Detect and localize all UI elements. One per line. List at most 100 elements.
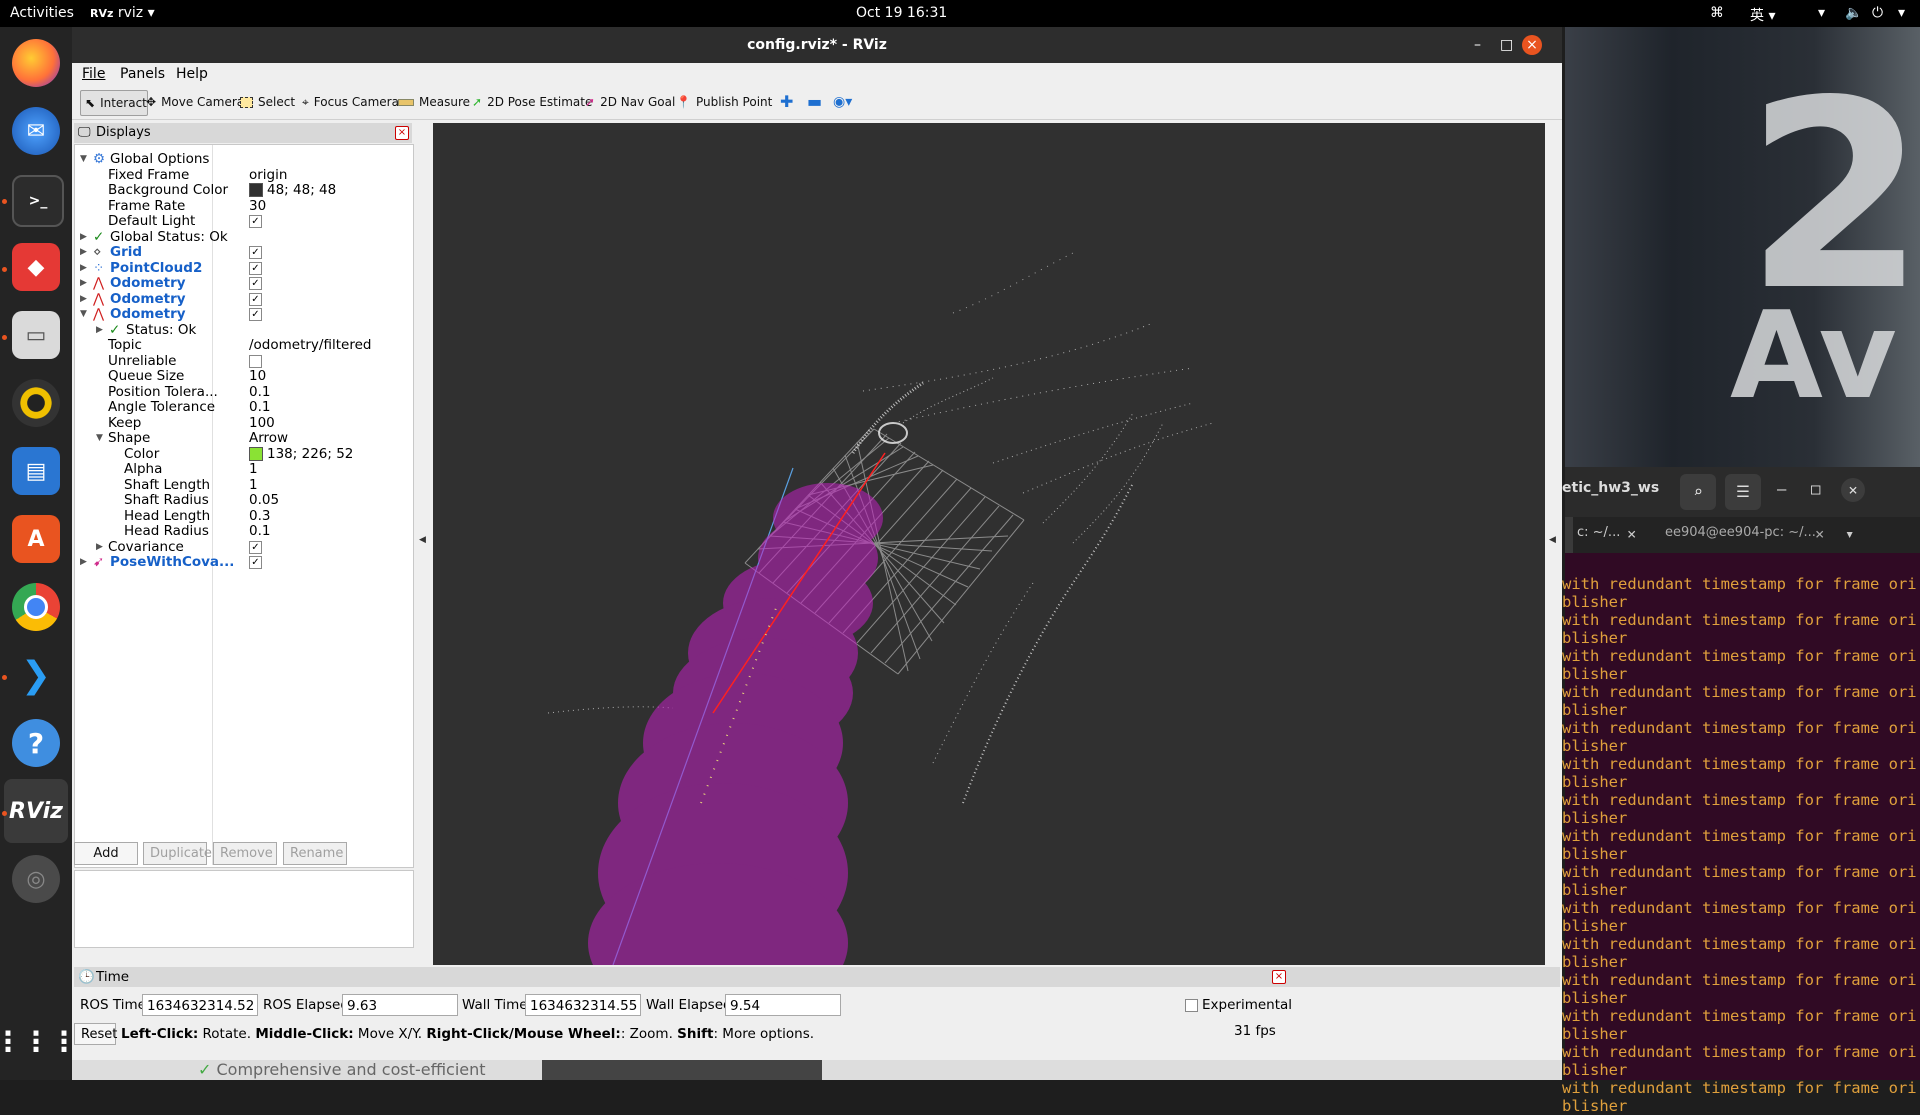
select-tool[interactable]: Select xyxy=(236,90,299,114)
remove-tool-icon[interactable]: ▬ xyxy=(803,90,826,114)
terminal-line: blisher xyxy=(1562,1097,1628,1115)
tab-list-icon[interactable]: ▾ xyxy=(1845,525,1854,543)
input-method-label: 英 xyxy=(1750,8,1764,24)
green-arrow-icon: ➚ xyxy=(472,95,483,109)
select-icon xyxy=(240,96,253,108)
close-icon[interactable]: × xyxy=(1841,478,1865,502)
help-icon[interactable]: ? xyxy=(12,719,60,767)
ruler-icon xyxy=(398,98,414,106)
focus-icon: ⌖ xyxy=(302,95,309,109)
terminal-line: blisher xyxy=(1562,917,1628,935)
tab-close-icon[interactable]: × xyxy=(1815,525,1824,543)
hint-text-1: Rotate. xyxy=(198,1026,256,1042)
activities-button[interactable]: Activities xyxy=(10,5,74,21)
volume-icon[interactable]: 🔈 xyxy=(1845,5,1862,21)
terminal-line: blisher xyxy=(1562,845,1628,863)
terminal-output[interactable]: with redundant timestamp for frame ori bl… xyxy=(1562,557,1917,1115)
tree-row-posewithcovariance[interactable]: ▶ ➹ PoseWithCova... ✓ xyxy=(75,553,411,572)
input-method[interactable]: 英 ▾ xyxy=(1750,5,1775,25)
chrome-icon[interactable] xyxy=(12,583,60,631)
interact-label: Interact xyxy=(100,96,147,110)
check-icon: ✓ xyxy=(249,292,262,306)
terminal-tab-1[interactable]: c: ~/... xyxy=(1577,525,1620,540)
add-button[interactable]: Add xyxy=(74,842,138,865)
app-menu[interactable]: RVz rviz ▾ xyxy=(90,5,155,21)
wifi-icon[interactable]: ▾ xyxy=(1818,5,1825,21)
terminal-line: blisher xyxy=(1562,1061,1628,1079)
tab-close-icon[interactable]: × xyxy=(1627,525,1636,543)
check-icon: ✓ xyxy=(249,555,262,569)
terminal-header: etic_hw3_ws ⌕ ☰ – □ × xyxy=(1562,467,1920,517)
terminal-icon[interactable]: >_ xyxy=(12,175,64,227)
minimize-icon[interactable]: – xyxy=(1777,480,1786,498)
add-tool-icon[interactable]: ✚ xyxy=(776,90,797,114)
network-icon[interactable]: ⌘ xyxy=(1710,5,1724,21)
wall-time-field[interactable]: 1634632314.55 xyxy=(525,994,641,1016)
panel-splitter[interactable]: ◀ xyxy=(414,123,433,965)
anydesk-icon[interactable]: ◆ xyxy=(12,243,60,291)
search-icon[interactable]: ⌕ xyxy=(1680,474,1716,510)
show-apps-icon[interactable]: ⋮⋮⋮ xyxy=(0,1017,78,1065)
3d-render-view[interactable] xyxy=(433,123,1545,965)
check-icon: ✓ xyxy=(249,261,262,275)
check-icon: ✓ xyxy=(249,540,262,554)
menu-icon[interactable]: ☰ xyxy=(1725,474,1761,510)
terminal-line: blisher xyxy=(1562,989,1628,1007)
wall-elapsed-field[interactable]: 9.54 xyxy=(725,994,841,1016)
terminal-line: with redundant timestamp for frame ori xyxy=(1562,935,1917,953)
reset-button[interactable]: Reset xyxy=(74,1023,117,1045)
terminal-line: with redundant timestamp for frame ori xyxy=(1562,647,1917,665)
rename-button[interactable]: Rename xyxy=(283,842,347,865)
collapse-left-icon[interactable]: ◀ xyxy=(419,535,426,545)
terminal-line: with redundant timestamp for frame ori xyxy=(1562,719,1917,737)
terminal-title: etic_hw3_ws xyxy=(1562,480,1660,496)
close-icon[interactable]: × xyxy=(1272,970,1286,984)
measure-tool[interactable]: Measure xyxy=(394,90,474,114)
experimental-checkbox[interactable] xyxy=(1185,999,1198,1012)
interact-tool[interactable]: ⬉ Interact xyxy=(80,90,148,116)
window-titlebar[interactable]: config.rviz* - RViz – □ × xyxy=(72,27,1562,63)
disc-icon[interactable]: ◎ xyxy=(12,855,60,903)
writer-icon[interactable]: ▤ xyxy=(12,447,60,495)
menu-file[interactable]: File xyxy=(82,66,105,82)
time-panel-header: 🕒 Time × xyxy=(74,967,1560,987)
move-camera-tool[interactable]: ✥ Move Camera xyxy=(142,90,248,114)
duplicate-button[interactable]: Duplicate xyxy=(143,842,212,865)
expand-arrow-icon[interactable]: ▶ xyxy=(80,553,87,572)
terminal-tab-2[interactable]: ee904@ee904-pc: ~/... xyxy=(1665,525,1816,540)
nav-goal-tool[interactable]: ➚ 2D Nav Goal xyxy=(581,90,679,114)
color-swatch xyxy=(249,447,263,461)
vscode-icon[interactable]: ❯ xyxy=(12,651,60,699)
check-icon: ✓ xyxy=(249,245,262,259)
close-icon[interactable]: × xyxy=(395,126,409,140)
rhythmbox-icon[interactable] xyxy=(12,379,60,427)
menu-panels[interactable]: Panels xyxy=(120,66,165,82)
checkbox[interactable]: ✓ xyxy=(249,553,262,572)
menu-help[interactable]: Help xyxy=(176,66,208,82)
maximize-icon[interactable]: □ xyxy=(1811,480,1820,498)
firefox-icon[interactable] xyxy=(12,39,60,87)
tool-properties-icon[interactable]: ◉▾ xyxy=(829,90,856,114)
close-icon[interactable]: × xyxy=(1522,35,1542,55)
terminal-line: blisher xyxy=(1562,953,1628,971)
power-icon[interactable]: ⏻ xyxy=(1872,5,1883,21)
thunderbird-icon[interactable]: ✉ xyxy=(12,107,60,155)
ros-time-field[interactable]: 1634632314.52 xyxy=(142,994,258,1016)
terminal-line: with redundant timestamp for frame ori xyxy=(1562,971,1917,989)
clock[interactable]: Oct 19 16:31 xyxy=(856,5,947,21)
maximize-icon[interactable]: □ xyxy=(1500,27,1513,63)
terminal-line: with redundant timestamp for frame ori xyxy=(1562,899,1917,917)
files-icon[interactable]: ▭ xyxy=(12,311,60,359)
pose-estimate-tool[interactable]: ➚ 2D Pose Estimate xyxy=(468,90,596,114)
focus-camera-tool[interactable]: ⌖ Focus Camera xyxy=(298,90,403,114)
collapse-right-icon[interactable]: ◀ xyxy=(1549,535,1556,545)
publish-point-tool[interactable]: 📍 Publish Point xyxy=(672,90,776,114)
terminal-line: with redundant timestamp for frame ori xyxy=(1562,791,1917,809)
minimize-icon[interactable]: – xyxy=(1474,27,1481,63)
ros-elapsed-field[interactable]: 9.63 xyxy=(342,994,458,1016)
rviz-icon[interactable]: RViz xyxy=(9,787,63,835)
right-splitter[interactable]: ◀ xyxy=(1545,123,1562,965)
remove-button[interactable]: Remove xyxy=(213,842,277,865)
system-menu-arrow-icon[interactable]: ▾ xyxy=(1898,5,1905,21)
software-icon[interactable]: A xyxy=(12,515,60,563)
